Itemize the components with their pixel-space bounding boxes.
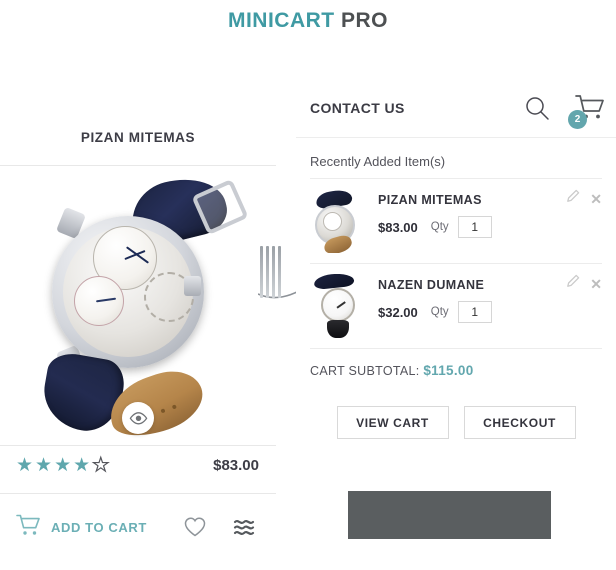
placeholder-block (348, 491, 551, 539)
star-empty: ★ (92, 454, 112, 476)
rating-row: ★★★★★ $83.00 (0, 453, 276, 489)
star-filled: ★ (73, 455, 93, 476)
compare-icon (233, 520, 255, 535)
heart-icon (184, 517, 206, 537)
cart-item-price: $83.00 (378, 219, 418, 235)
compare-button[interactable] (233, 516, 259, 538)
recently-added-title: Recently Added Item(s) (310, 154, 446, 169)
cart-item-tools: ✕ (566, 274, 602, 293)
qty-label: Qty (430, 306, 449, 318)
cart-item-tools: ✕ (566, 189, 602, 208)
page-root: MINICART PRO PIZAN MITEMAS ★★★★★ $83.00 … (0, 0, 616, 570)
minicart-actions: VIEW CART CHECKOUT (296, 384, 616, 439)
cart-item-meta: $83.00 Qty (378, 216, 602, 238)
checkout-button[interactable]: CHECKOUT (463, 406, 576, 439)
qty-input[interactable] (457, 216, 492, 238)
divider (0, 445, 276, 446)
cart-icon (16, 514, 41, 541)
qty-label: Qty (430, 221, 449, 233)
search-icon (526, 97, 549, 120)
eye-icon[interactable] (122, 402, 154, 434)
watch-crown (184, 276, 201, 296)
page-title-primary: MINICART (227, 9, 335, 32)
product-title[interactable]: PIZAN MITEMAS (0, 130, 276, 145)
cart-item-meta: $32.00 Qty (378, 301, 602, 323)
add-to-cart-button[interactable]: ADD TO CART (16, 514, 147, 541)
star-filled: ★ (16, 455, 36, 476)
cart-button[interactable]: 2 (568, 94, 608, 129)
cart-subtotal: CART SUBTOTAL: $115.00 (296, 349, 616, 384)
product-price: $83.00 (213, 457, 259, 474)
page-title: MINICART PRO (0, 9, 616, 33)
view-cart-button[interactable]: VIEW CART (336, 406, 449, 439)
product-actions: ADD TO CART (0, 502, 276, 552)
add-to-cart-label: ADD TO CART (51, 519, 147, 535)
page-title-secondary: PRO (340, 9, 388, 32)
close-icon[interactable]: ✕ (590, 277, 602, 291)
pencil-icon[interactable] (566, 274, 580, 293)
product-card: PIZAN MITEMAS ★★★★★ $83.00 ADD TO CART (0, 110, 276, 570)
contact-us-link[interactable]: CONTACT US (310, 100, 405, 116)
cart-subtotal-label: CART SUBTOTAL: (310, 364, 420, 378)
cart-item-row: PIZAN MITEMAS $83.00 Qty ✕ (296, 179, 616, 263)
pencil-icon[interactable] (566, 189, 580, 208)
minicart-header: CONTACT US 2 (296, 88, 616, 138)
star-filled: ★ (54, 455, 74, 476)
rating-stars[interactable]: ★★★★★ (16, 454, 112, 477)
thumb-strap-bottom (327, 320, 349, 338)
close-icon[interactable]: ✕ (590, 192, 602, 206)
pencil-icon-glyph (567, 189, 580, 202)
cart-count-badge: 2 (568, 110, 587, 129)
divider (0, 493, 276, 494)
qty-input[interactable] (457, 301, 492, 323)
thumb-dial (323, 212, 342, 231)
eye-icon-glyph (129, 411, 147, 424)
cart-item-price: $32.00 (378, 304, 418, 320)
search-button[interactable] (524, 95, 550, 126)
cart-item-row: NAZEN DUMANE $32.00 Qty ✕ (296, 264, 616, 348)
star-filled: ★ (35, 455, 55, 476)
wishlist-button[interactable] (183, 516, 207, 538)
cart-item-thumbnail[interactable] (310, 274, 366, 338)
cart-item-thumbnail[interactable] (310, 189, 366, 253)
pencil-icon-glyph (567, 274, 580, 287)
watch-illustration (38, 170, 249, 442)
minicart-panel: CONTACT US 2 Recently Added Item(s) PIZA… (296, 88, 616, 439)
cart-subtotal-amount: $115.00 (423, 363, 474, 378)
cart-icon-glyph (16, 514, 40, 535)
divider (0, 165, 276, 166)
